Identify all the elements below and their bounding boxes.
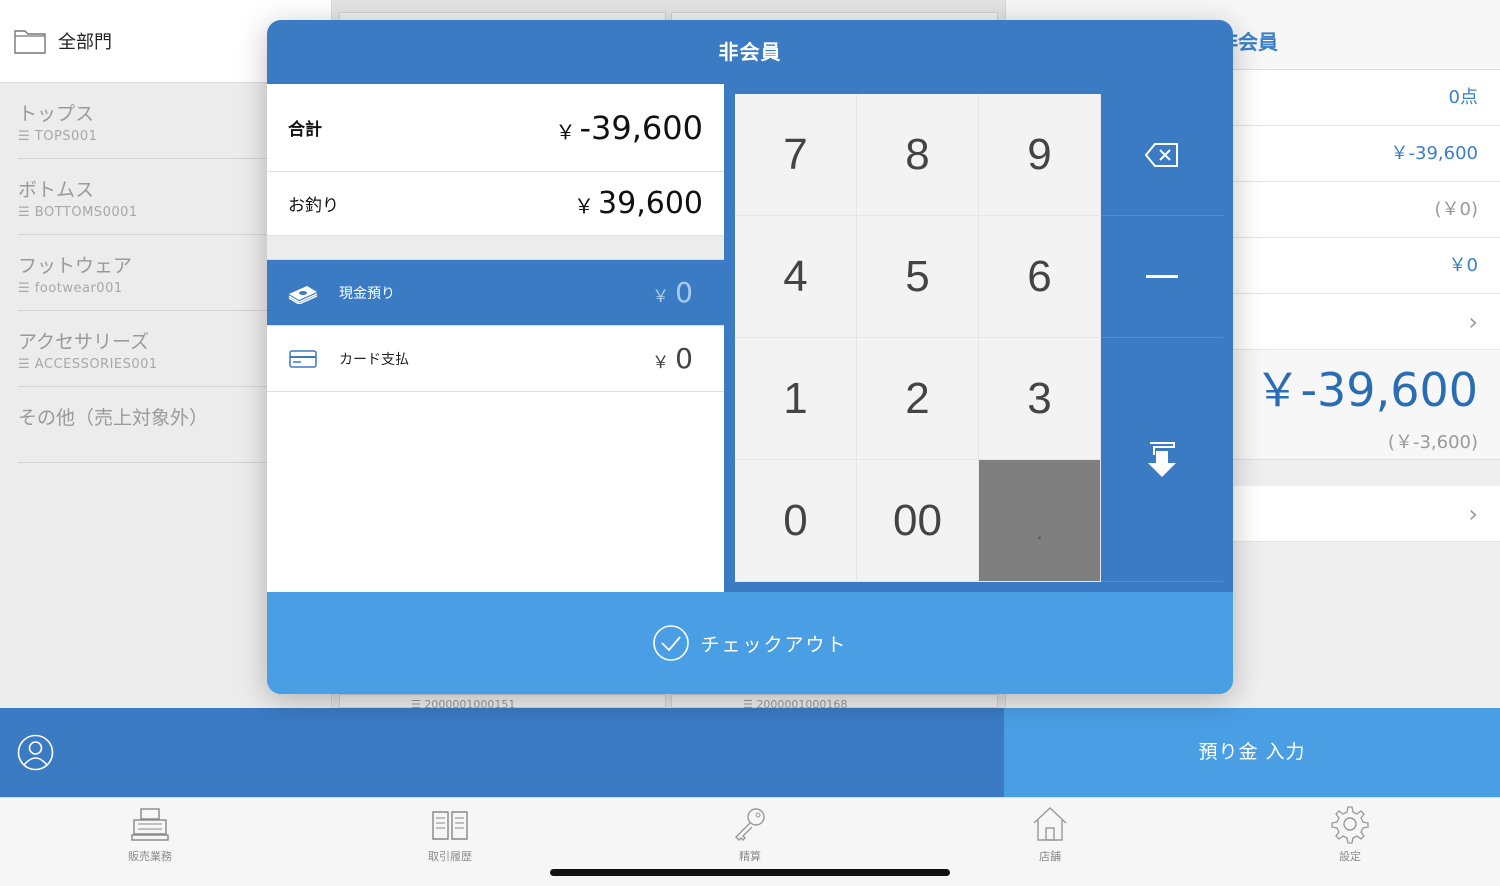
key-4[interactable]: 4 xyxy=(735,216,857,338)
tab-label: 設定 xyxy=(1339,850,1361,863)
key-6[interactable]: 6 xyxy=(979,216,1101,338)
customer-bar xyxy=(0,708,1004,797)
gear-icon xyxy=(1331,806,1369,844)
backspace-button[interactable] xyxy=(1101,94,1223,216)
tab-settlement[interactable]: 精算 xyxy=(690,804,810,864)
all-departments-label: 全部門 xyxy=(58,32,112,53)
payment-summary: 合計 ￥ -39,600 お釣り ￥ 39,600 現金預り ￥ 0 カード支払 ￥ xyxy=(267,84,725,592)
checkout-button[interactable]: チェックアウト xyxy=(267,592,1233,694)
key-00[interactable]: 00 xyxy=(857,460,979,582)
tab-history[interactable]: 取引履歴 xyxy=(390,804,510,864)
key-icon xyxy=(735,808,765,841)
change-label: お釣り xyxy=(288,196,339,216)
yen-symbol: ￥ xyxy=(574,194,595,218)
tab-store[interactable]: 店舗 xyxy=(990,804,1110,864)
enter-icon xyxy=(1148,441,1176,477)
total-row: 合計 ￥ -39,600 xyxy=(267,84,724,172)
key-8[interactable]: 8 xyxy=(857,94,979,216)
user-icon[interactable] xyxy=(17,734,54,771)
key-5[interactable]: 5 xyxy=(857,216,979,338)
modal-title: 非会員 xyxy=(718,40,782,64)
change-row: お釣り ￥ 39,600 xyxy=(267,172,724,236)
home-indicator[interactable] xyxy=(550,869,950,876)
chevron-right-icon: › xyxy=(1468,308,1478,336)
payment-method-card[interactable]: カード支払 ￥ 0 xyxy=(267,326,724,392)
key-decimal: . xyxy=(979,460,1101,582)
folder-icon xyxy=(14,30,46,54)
minus-button[interactable] xyxy=(1101,216,1223,338)
payment-value: 0 xyxy=(675,342,693,375)
tab-settings[interactable]: 設定 xyxy=(1290,804,1410,864)
key-3[interactable]: 3 xyxy=(979,338,1101,460)
payment-amount: ￥ 0 xyxy=(652,342,693,375)
store-icon xyxy=(1033,807,1067,841)
key-0[interactable]: 0 xyxy=(735,460,857,582)
deposit-input-button[interactable]: 預り金 入力 xyxy=(1004,708,1500,797)
total-amount: -39,600 xyxy=(579,108,703,147)
payment-amount: ￥ 0 xyxy=(652,276,693,309)
function-keys xyxy=(1101,94,1223,582)
card-icon xyxy=(289,349,317,368)
payment-label: カード支払 xyxy=(339,351,409,368)
yen-symbol: ￥ xyxy=(555,119,576,144)
total-value: ￥ -39,600 xyxy=(555,109,703,147)
tab-label: 販売業務 xyxy=(128,850,172,863)
payment-modal: 非会員 合計 ￥ -39,600 お釣り ￥ 39,600 現金預り ￥ 0 カ… xyxy=(267,20,1233,694)
change-value: ￥ 39,600 xyxy=(574,186,703,221)
yen-symbol: ￥ xyxy=(652,353,670,373)
total-label: 合計 xyxy=(288,120,322,140)
history-icon xyxy=(432,811,468,840)
yen-symbol: ￥ xyxy=(652,287,670,307)
key-9[interactable]: 9 xyxy=(979,94,1101,216)
cash-icon xyxy=(288,285,318,304)
tab-sales[interactable]: 販売業務 xyxy=(90,804,210,864)
key-1[interactable]: 1 xyxy=(735,338,857,460)
key-2[interactable]: 2 xyxy=(857,338,979,460)
enter-button[interactable] xyxy=(1101,338,1223,582)
check-circle-icon xyxy=(653,625,690,661)
tab-label: 取引履歴 xyxy=(428,850,472,863)
numeric-keypad: 7 8 9 4 5 6 1 2 3 0 00 . xyxy=(735,94,1101,582)
tab-label: 店舗 xyxy=(1039,850,1061,863)
backspace-icon xyxy=(1144,142,1178,167)
key-7[interactable]: 7 xyxy=(735,94,857,216)
action-bar: 預り金 入力 xyxy=(0,708,1500,797)
payment-value: 0 xyxy=(675,276,693,309)
separator xyxy=(267,236,724,260)
chevron-right-icon: › xyxy=(1468,500,1478,528)
register-icon xyxy=(131,808,169,841)
payment-label: 現金預り xyxy=(339,285,395,302)
change-amount: 39,600 xyxy=(598,186,703,221)
payment-method-cash[interactable]: 現金預り ￥ 0 xyxy=(267,260,725,326)
checkout-label: チェックアウト xyxy=(700,633,848,656)
minus-icon xyxy=(1146,274,1178,278)
tab-label: 精算 xyxy=(739,850,761,863)
